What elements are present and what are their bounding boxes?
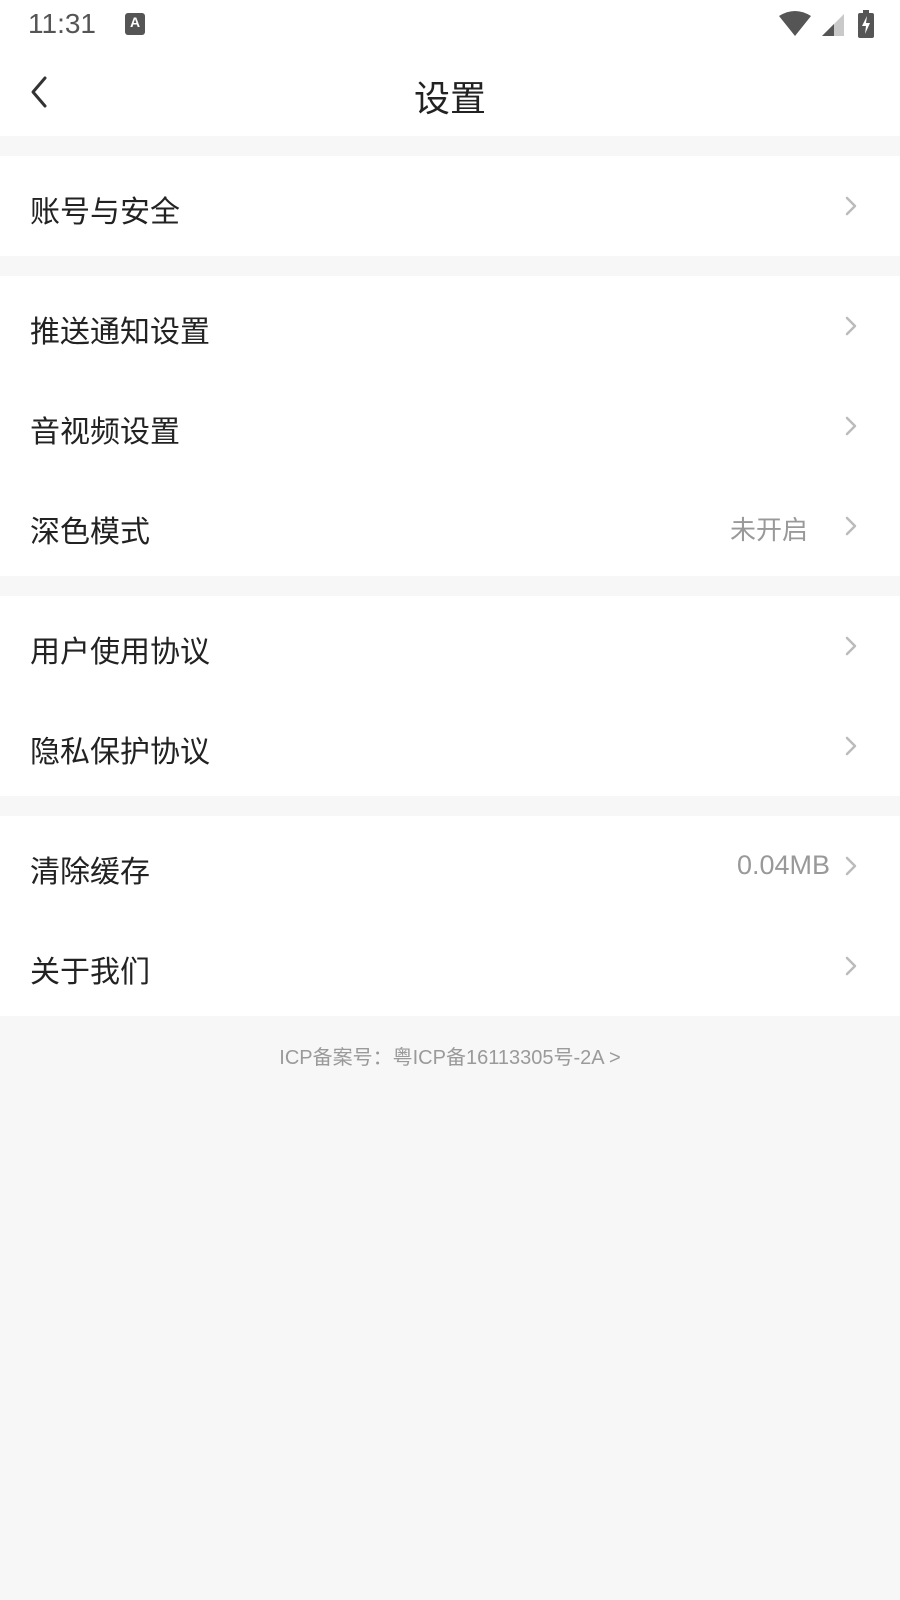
settings-item-privacy-agreement[interactable]: 隐私保护协议 — [0, 696, 900, 796]
wifi-icon — [779, 11, 811, 36]
settings-item-push-notifications[interactable]: 推送通知设置 — [0, 276, 900, 376]
settings-group-account: 账号与安全 — [0, 156, 900, 256]
settings-item-user-agreement[interactable]: 用户使用协议 — [0, 596, 900, 696]
settings-item-label: 账号与安全 — [30, 195, 180, 230]
settings-group-agreements: 用户使用协议 隐私保护协议 — [0, 596, 900, 796]
chevron-right-icon — [845, 196, 857, 216]
settings-item-audio-video[interactable]: 音视频设置 — [0, 376, 900, 476]
battery-charging-icon — [858, 10, 874, 38]
cache-size: 0.04MB — [736, 850, 830, 880]
chevron-right-icon — [845, 636, 857, 656]
settings-item-label: 深色模式 — [30, 515, 150, 550]
settings-group-misc: 清除缓存 0.04MB 关于我们 — [0, 816, 900, 1016]
header: 设置 — [0, 50, 900, 136]
settings-item-label: 音视频设置 — [30, 415, 180, 450]
settings-item-label: 关于我们 — [30, 955, 150, 990]
chevron-left-icon — [31, 76, 47, 108]
dark-mode-status: 未开启 — [729, 516, 808, 546]
a-keyboard-icon: A — [125, 13, 145, 35]
page-title: 设置 — [413, 79, 486, 120]
settings-item-account-security[interactable]: 账号与安全 — [0, 156, 900, 256]
status-time: 11:31 — [28, 8, 96, 39]
settings-item-label: 用户使用协议 — [30, 635, 210, 670]
chevron-right-icon — [845, 856, 857, 876]
status-bar: 11:31 A — [0, 0, 900, 50]
settings-item-label: 清除缓存 — [30, 855, 150, 890]
chevron-right-icon — [845, 516, 857, 536]
settings-group-preferences: 推送通知设置 音视频设置 深色模式 未开启 — [0, 276, 900, 576]
signal-icon — [822, 14, 844, 36]
chevron-right-icon — [845, 416, 857, 436]
chevron-right-icon — [845, 956, 857, 976]
settings-item-about-us[interactable]: 关于我们 — [0, 916, 900, 1016]
settings-item-dark-mode[interactable]: 深色模式 未开启 — [0, 476, 900, 576]
icp-link[interactable]: ICP备案号：粤ICP备16113305号-2A > — [0, 1041, 900, 1070]
chevron-right-icon — [845, 316, 857, 336]
chevron-right-icon — [845, 736, 857, 756]
settings-item-label: 推送通知设置 — [30, 315, 210, 350]
back-button[interactable] — [20, 68, 70, 118]
settings-item-label: 隐私保护协议 — [30, 735, 210, 770]
settings-item-clear-cache[interactable]: 清除缓存 0.04MB — [0, 816, 900, 916]
